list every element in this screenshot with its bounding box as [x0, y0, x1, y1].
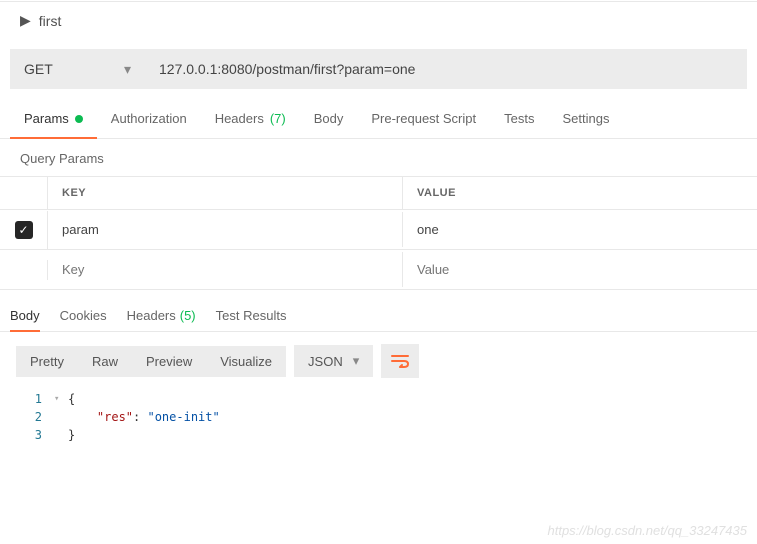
- tab-prerequest[interactable]: Pre-request Script: [357, 99, 490, 138]
- query-params-label: Query Params: [0, 139, 757, 176]
- column-value: VALUE: [403, 177, 757, 209]
- table-row[interactable]: ✓: [0, 210, 757, 250]
- tab-label: Authorization: [111, 111, 187, 126]
- code-line: 2 "res": "one-init": [24, 408, 757, 426]
- param-key-input[interactable]: [62, 262, 388, 277]
- body-toolbar: Pretty Raw Preview Visualize JSON ▾: [0, 332, 757, 390]
- line-number: 2: [24, 410, 54, 424]
- tab-badge: (5): [180, 308, 196, 323]
- tab-label: Settings: [562, 111, 609, 126]
- param-value-input[interactable]: [417, 222, 743, 237]
- param-key-input[interactable]: [62, 222, 388, 237]
- chevron-down-icon: ▾: [353, 353, 360, 369]
- resp-tab-testresults[interactable]: Test Results: [216, 300, 287, 331]
- raw-button[interactable]: Raw: [78, 346, 132, 377]
- url-input[interactable]: [145, 49, 747, 89]
- request-name-row[interactable]: ▶ first: [0, 2, 757, 39]
- code-line: 3 }: [24, 426, 757, 444]
- column-check: [0, 177, 48, 209]
- request-name: first: [39, 13, 62, 29]
- row-checkbox-cell: [0, 260, 48, 280]
- visualize-button[interactable]: Visualize: [206, 346, 286, 377]
- checkbox-checked-icon[interactable]: ✓: [15, 221, 33, 239]
- tab-label: Body: [10, 308, 40, 323]
- tab-settings[interactable]: Settings: [548, 99, 623, 138]
- fold-icon[interactable]: ▾: [54, 394, 68, 404]
- tab-label: Headers: [127, 308, 176, 323]
- table-header: KEY VALUE: [0, 177, 757, 210]
- chevron-down-icon: ▾: [124, 61, 131, 78]
- view-mode-group: Pretty Raw Preview Visualize: [16, 346, 286, 377]
- watermark: https://blog.csdn.net/qq_33247435: [548, 523, 748, 538]
- line-number: 1: [24, 392, 54, 406]
- tab-params[interactable]: Params: [10, 99, 97, 138]
- wrap-icon: [391, 354, 409, 368]
- preview-button[interactable]: Preview: [132, 346, 206, 377]
- response-body-view[interactable]: 1 ▾ { 2 "res": "one-init" 3 }: [0, 390, 757, 444]
- table-row-empty[interactable]: [0, 250, 757, 290]
- request-row: GET ▾: [0, 39, 757, 99]
- tab-label: Headers: [215, 111, 264, 126]
- http-method-label: GET: [24, 61, 53, 77]
- param-value-input[interactable]: [417, 262, 743, 277]
- tab-label: Pre-request Script: [371, 111, 476, 126]
- tab-authorization[interactable]: Authorization: [97, 99, 201, 138]
- status-dot-icon: [75, 115, 83, 123]
- row-checkbox-cell[interactable]: ✓: [0, 211, 48, 249]
- tab-label: Tests: [504, 111, 534, 126]
- tab-body[interactable]: Body: [300, 99, 358, 138]
- tab-label: Body: [314, 111, 344, 126]
- code-line: 1 ▾ {: [24, 390, 757, 408]
- collapse-triangle-icon[interactable]: ▶: [20, 12, 31, 29]
- wrap-lines-button[interactable]: [381, 344, 419, 378]
- tab-badge: (7): [270, 111, 286, 126]
- resp-tab-cookies[interactable]: Cookies: [60, 300, 107, 331]
- format-select[interactable]: JSON ▾: [294, 345, 373, 377]
- tab-label: Params: [24, 111, 69, 126]
- tab-label: Test Results: [216, 308, 287, 323]
- code-text: {: [68, 392, 75, 406]
- http-method-select[interactable]: GET ▾: [10, 49, 145, 89]
- request-tabs: Params Authorization Headers (7) Body Pr…: [0, 99, 757, 139]
- tab-label: Cookies: [60, 308, 107, 323]
- line-number: 3: [24, 428, 54, 442]
- resp-tab-headers[interactable]: Headers (5): [127, 300, 196, 331]
- code-text: "res": "one-init": [68, 410, 220, 424]
- response-tabs: Body Cookies Headers (5) Test Results: [0, 290, 757, 332]
- column-key: KEY: [48, 177, 403, 209]
- code-text: }: [68, 428, 75, 442]
- tab-headers[interactable]: Headers (7): [201, 99, 300, 138]
- resp-tab-body[interactable]: Body: [10, 300, 40, 331]
- format-label: JSON: [308, 354, 343, 369]
- query-params-table: KEY VALUE ✓: [0, 176, 757, 290]
- pretty-button[interactable]: Pretty: [16, 346, 78, 377]
- tab-tests[interactable]: Tests: [490, 99, 548, 138]
